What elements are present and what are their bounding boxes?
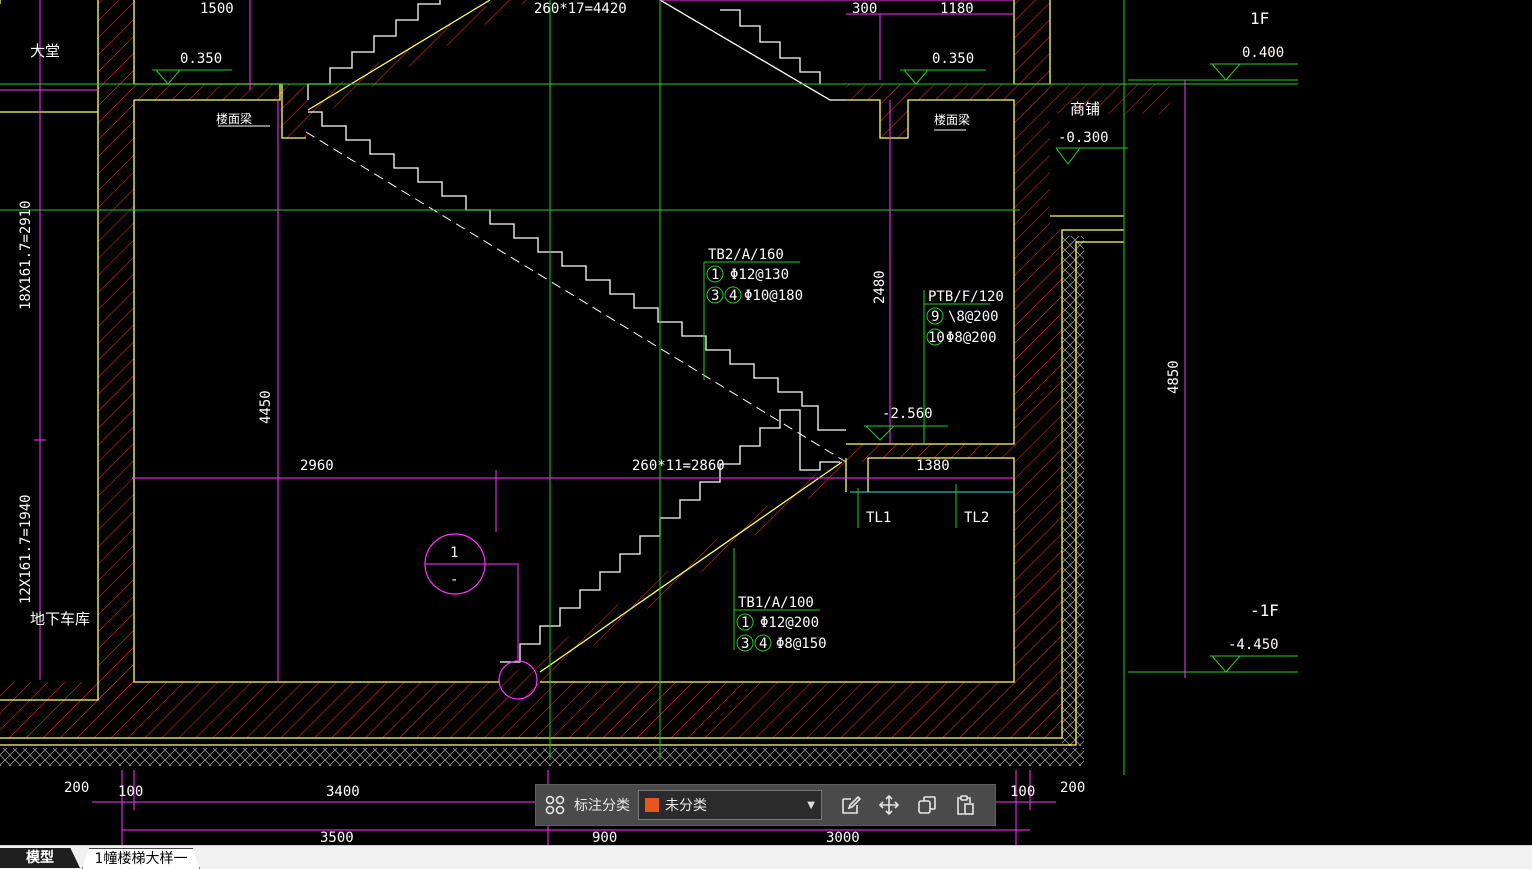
chevron-down-icon: ▼ xyxy=(807,799,815,811)
room-shop: 商铺 xyxy=(1070,100,1100,118)
dim-bottom-run: 260*11=2860 xyxy=(632,458,725,474)
beam-label-right: 楼面梁 xyxy=(934,112,970,127)
dim-left-lower: 12X161.7=1940 xyxy=(18,494,34,604)
level-markers xyxy=(152,63,1298,673)
section-number: 1 xyxy=(450,545,458,561)
dim-300: 300 xyxy=(852,1,877,17)
dim-2960: 2960 xyxy=(300,458,334,474)
tb2-line1: Φ12@130 xyxy=(730,267,789,283)
structure-outlines xyxy=(0,0,1124,746)
category-dropdown[interactable]: 未分类 ▼ xyxy=(638,790,822,820)
room-garage: 地下车库 xyxy=(30,610,90,628)
dim-200-right: 200 xyxy=(1060,780,1085,796)
dim-4850: 4850 xyxy=(1166,360,1182,394)
dim-1180: 1180 xyxy=(940,1,974,17)
category-value: 未分类 xyxy=(665,798,707,814)
tb1-line2: Φ8@150 xyxy=(776,636,827,652)
ptb-tag9: 9 xyxy=(931,309,939,325)
dim-1500: 1500 xyxy=(200,1,234,17)
tb2-tag4: 4 xyxy=(729,288,737,304)
tb1-tag1: 1 xyxy=(741,615,749,631)
stair-steps xyxy=(307,0,846,663)
annotation-toolbar: 标注分类 未分类 ▼ xyxy=(535,784,996,826)
dim-3000: 3000 xyxy=(826,830,860,845)
dim-900: 900 xyxy=(592,830,617,845)
level-lobby-left: 0.350 xyxy=(180,51,222,67)
tb2-tag1: 1 xyxy=(711,267,719,283)
ptb-line1: \8@200 xyxy=(948,309,999,325)
level-shop: -0.300 xyxy=(1058,130,1109,146)
grid-view-icon[interactable] xyxy=(536,786,574,824)
tab-model[interactable]: 模型 xyxy=(0,848,80,868)
tb1-line1: Φ12@200 xyxy=(760,615,819,631)
beam-label-left: 楼面梁 xyxy=(216,111,252,126)
edit-icon[interactable] xyxy=(832,786,870,824)
tab-layout[interactable]: 1幢楼梯大样一 xyxy=(82,848,200,869)
grid-axes xyxy=(0,0,1298,775)
tb2-title: TB2/A/160 xyxy=(708,247,784,263)
tb2-tag3: 3 xyxy=(711,288,719,304)
dim-2480: 2480 xyxy=(872,270,888,304)
ptb-line2: Φ8@200 xyxy=(946,330,997,346)
dim-4450: 4450 xyxy=(258,390,274,424)
ptb-title: PTB/F/120 xyxy=(928,289,1004,305)
category-color-swatch xyxy=(645,798,659,812)
cad-drawing-canvas[interactable]: 1500 260*17=4420 300 1180 2960 260*11=28… xyxy=(0,0,1532,845)
move-icon[interactable] xyxy=(870,786,908,824)
layout-tab-bar: 模型 1幢楼梯大样一 xyxy=(0,845,1532,869)
room-lobby: 大堂 xyxy=(30,42,60,60)
beam-tl2: TL2 xyxy=(964,510,989,526)
tb1-tag4: 4 xyxy=(759,636,767,652)
level-1f-label: 1F xyxy=(1250,9,1269,28)
dim-left-upper: 18X161.7=2910 xyxy=(18,200,34,310)
dim-top-run: 260*17=4420 xyxy=(534,1,627,17)
dim-3500: 3500 xyxy=(320,830,354,845)
level-landing: -2.560 xyxy=(882,406,933,422)
tb1-tag3: 3 xyxy=(741,636,749,652)
ptb-tag10: 10 xyxy=(928,330,945,346)
category-label: 标注分类 xyxy=(574,798,630,814)
dim-100-right: 100 xyxy=(1010,784,1035,800)
dim-100-left: 100 xyxy=(118,784,143,800)
level-b1-label: -1F xyxy=(1250,601,1279,620)
dim-3400: 3400 xyxy=(326,784,360,800)
tb2-line2: Φ10@180 xyxy=(744,288,803,304)
section-texts: 1 - xyxy=(450,545,458,588)
level-lobby-right: 0.350 xyxy=(932,51,974,67)
copy-icon[interactable] xyxy=(908,786,946,824)
concrete-walls xyxy=(0,0,1170,738)
dim-200-left: 200 xyxy=(64,780,89,796)
paste-icon[interactable] xyxy=(946,786,984,824)
tb1-title: TB1/A/100 xyxy=(738,595,814,611)
level-b1: -4.450 xyxy=(1228,637,1279,653)
beam-tl1: TL1 xyxy=(866,510,891,526)
section-sheet: - xyxy=(450,572,458,588)
dim-1380: 1380 xyxy=(916,458,950,474)
level-1f: 0.400 xyxy=(1242,45,1284,61)
